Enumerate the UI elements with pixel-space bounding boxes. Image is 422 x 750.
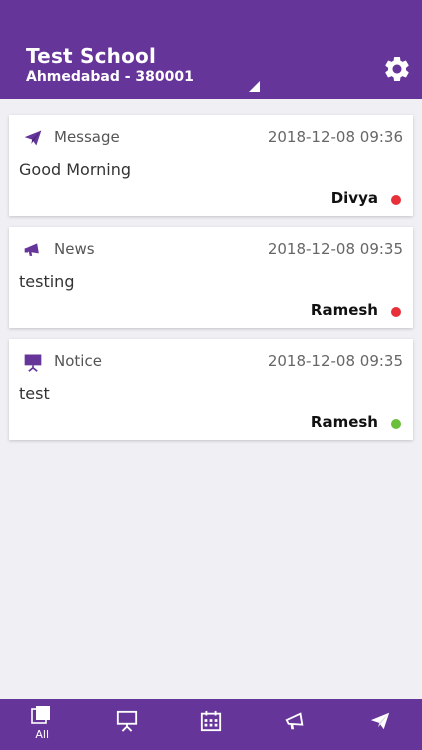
feed-card-notice[interactable]: Notice 2018-12-08 09:35 test Ramesh	[9, 339, 413, 440]
status-dot	[391, 195, 401, 205]
card-type-label: Message	[54, 128, 120, 146]
card-body-text: testing	[19, 272, 75, 291]
card-author: Ramesh	[310, 301, 378, 319]
tab-news[interactable]	[253, 699, 337, 750]
tab-label: All	[35, 728, 50, 741]
card-type-label: News	[54, 240, 95, 258]
card-type-label: Notice	[54, 352, 102, 370]
school-switch-indicator[interactable]	[249, 81, 260, 92]
card-timestamp: 2018-12-08 09:35	[267, 240, 403, 258]
gear-icon	[385, 56, 409, 81]
tab-calendar[interactable]	[169, 699, 253, 750]
paper-plane-icon	[370, 712, 389, 730]
card-timestamp: 2018-12-08 09:35	[267, 352, 403, 370]
feed-card-news[interactable]: News 2018-12-08 09:35 testing Ramesh	[9, 227, 413, 328]
app-header: Test School Ahmedabad - 380001	[0, 0, 422, 99]
status-dot	[391, 307, 401, 317]
presentation-board-icon	[116, 710, 137, 732]
school-name: Test School	[26, 44, 157, 68]
school-address: Ahmedabad - 380001	[26, 69, 194, 85]
status-dot	[391, 419, 401, 429]
feed-card-message[interactable]: Message 2018-12-08 09:36 Good Morning Di…	[9, 115, 413, 216]
feed-list: Message 2018-12-08 09:36 Good Morning Di…	[9, 115, 413, 451]
stacked-squares-icon	[31, 706, 51, 724]
card-timestamp: 2018-12-08 09:36	[267, 128, 403, 146]
card-author: Divya	[330, 189, 378, 207]
megaphone-icon	[285, 712, 304, 730]
tab-message[interactable]	[338, 699, 422, 750]
card-body-text: Good Morning	[19, 160, 131, 179]
paper-plane-icon	[24, 130, 42, 146]
settings-button[interactable]	[382, 54, 412, 84]
tab-all[interactable]: All	[0, 699, 84, 750]
card-author: Ramesh	[310, 413, 378, 431]
bottom-tab-bar: All	[0, 699, 422, 750]
calendar-icon	[200, 710, 222, 732]
presentation-board-icon	[24, 354, 42, 372]
tab-notice[interactable]	[84, 699, 168, 750]
megaphone-icon	[24, 243, 39, 256]
card-body-text: test	[19, 384, 50, 403]
